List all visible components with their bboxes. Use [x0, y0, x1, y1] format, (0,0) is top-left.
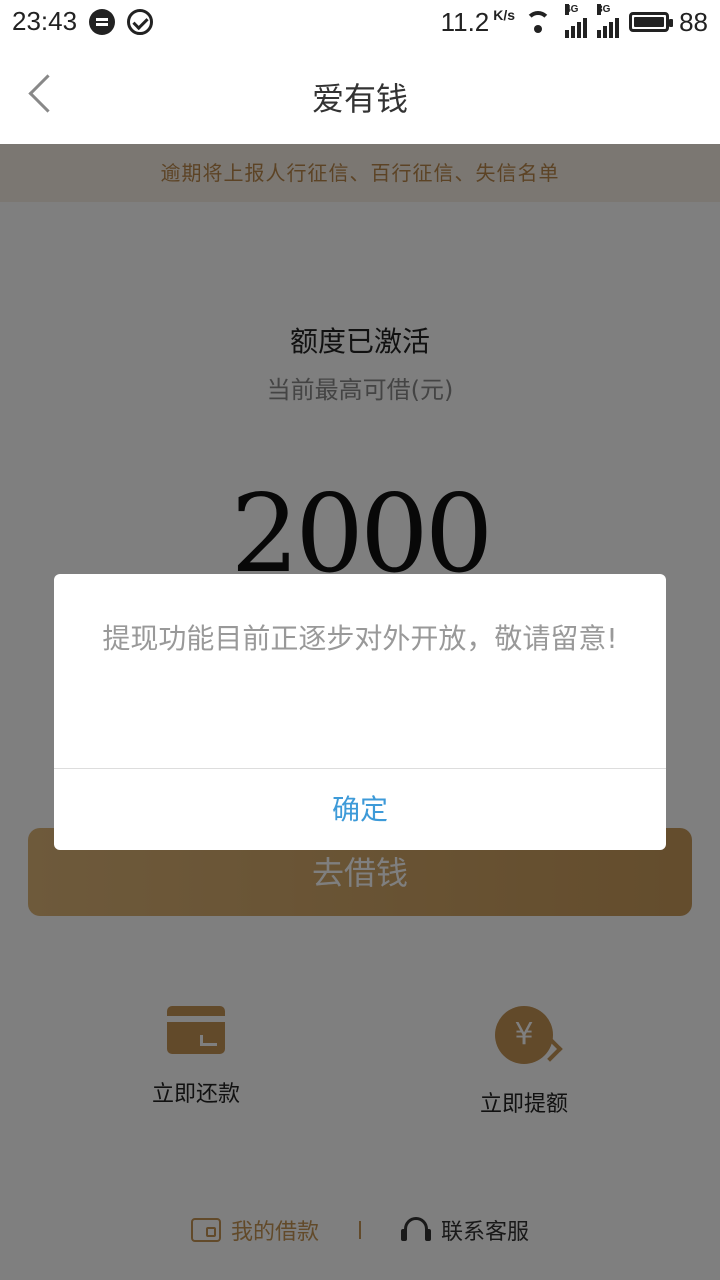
- message-icon: [89, 8, 116, 35]
- page-title: 爱有钱: [311, 80, 408, 118]
- dialog-message: 提现功能目前正逐步对外开放，敬请留意!: [102, 622, 618, 655]
- alert-dialog: 提现功能目前正逐步对外开放，敬请留意! 确定: [54, 574, 666, 850]
- signal-4g-icon: 4G: [565, 4, 588, 38]
- confirm-button[interactable]: 确定: [54, 769, 666, 850]
- battery-icon: [629, 12, 674, 32]
- check-circle-icon: [127, 8, 154, 35]
- status-bar: 23:43 11.2 K/s 4G 3G 88: [0, 0, 720, 46]
- battery-level: 88: [679, 6, 708, 37]
- network-speed: 11.2 K/s: [440, 6, 516, 37]
- signal-3g-icon: 3G: [597, 4, 620, 38]
- clock-text: 23:43: [12, 6, 78, 36]
- navigation-bar: 爱有钱: [0, 46, 720, 144]
- wifi-icon: [525, 11, 555, 33]
